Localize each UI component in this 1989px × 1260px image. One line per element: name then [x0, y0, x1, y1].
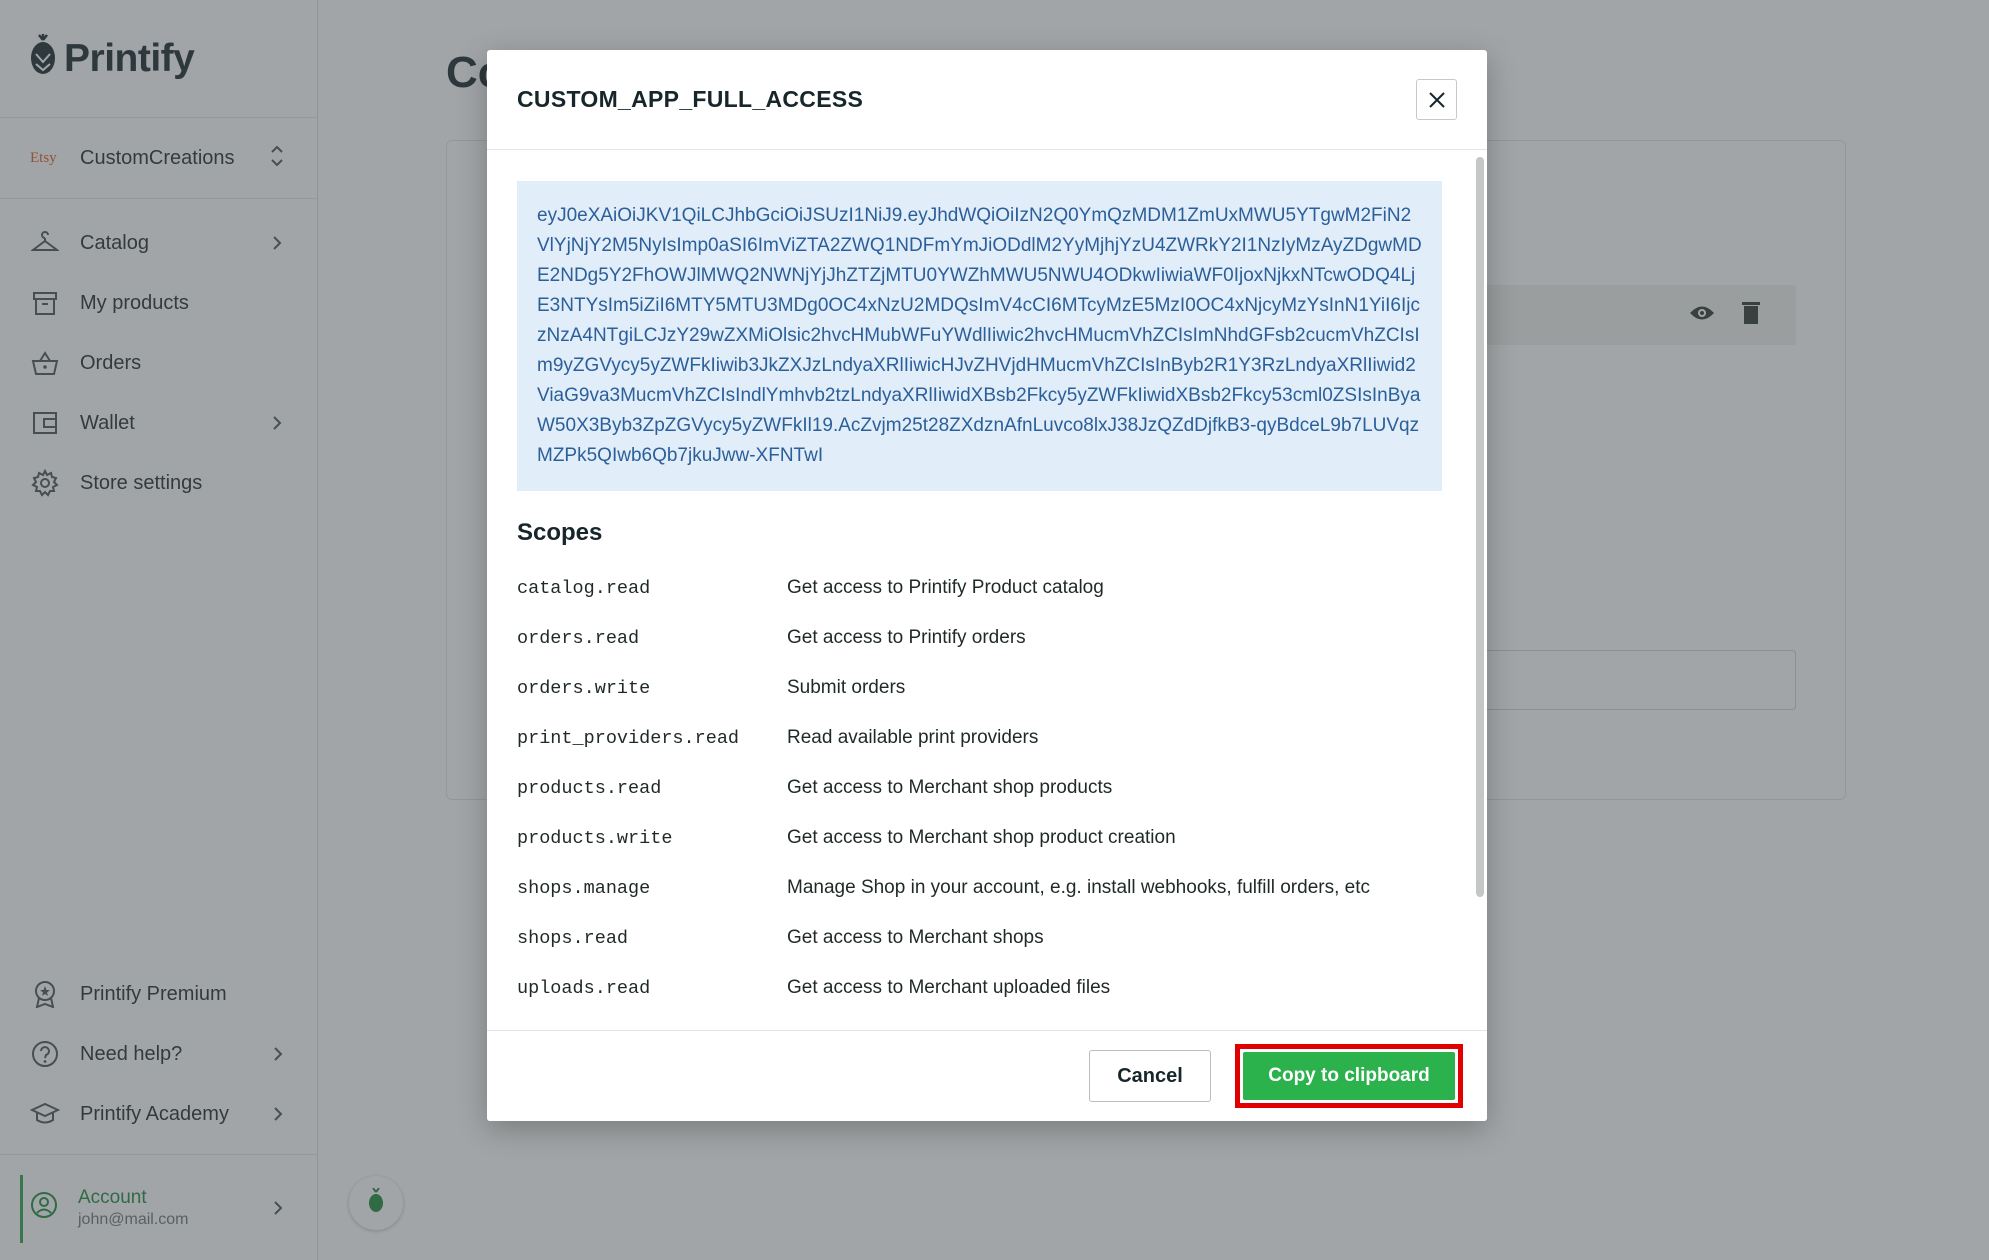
scope-description: Get access to Merchant shops: [787, 927, 1044, 948]
scope-description: Get access to Printify Product catalog: [787, 577, 1104, 598]
scope-description: Get access to Printify orders: [787, 627, 1026, 648]
scope-name: shops.read: [517, 927, 629, 949]
cancel-button[interactable]: Cancel: [1089, 1050, 1211, 1102]
copy-to-clipboard-button[interactable]: Copy to clipboard: [1243, 1052, 1455, 1100]
scope-name: shops.manage: [517, 877, 651, 899]
scope-description: Get access to Merchant shop products: [787, 777, 1113, 798]
scope-row: orders.read Get access to Printify orders: [517, 613, 1487, 663]
scope-description: Submit orders: [787, 677, 906, 698]
api-token-text[interactable]: eyJ0eXAiOiJKV1QiLCJhbGciOiJSUzI1NiJ9.eyJ…: [517, 181, 1442, 491]
scopes-heading: Scopes: [517, 519, 603, 546]
scope-name: catalog.read: [517, 577, 651, 599]
scope-row: products.write Get access to Merchant sho…: [517, 813, 1487, 863]
close-icon: [1428, 91, 1445, 108]
scope-row: orders.write Submit orders: [517, 663, 1487, 713]
scope-row: uploads.read Get access to Merchant uploa…: [517, 963, 1487, 1013]
scope-name: products.read: [517, 777, 662, 799]
scope-name: uploads.read: [517, 977, 651, 999]
scope-name: print_providers.read: [517, 727, 740, 749]
scope-name: products.write: [517, 827, 673, 849]
scope-description: Read available print providers: [787, 727, 1039, 748]
modal-scrollbar[interactable]: [1476, 157, 1484, 897]
modal-body: eyJ0eXAiOiJKV1QiLCJhbGciOiJSUzI1NiJ9.eyJ…: [487, 151, 1487, 1030]
modal-footer: Cancel Copy to clipboard: [487, 1030, 1487, 1121]
scope-row: catalog.read Get access to Printify Produ…: [517, 563, 1487, 613]
scope-name: orders.write: [517, 677, 651, 699]
scope-description: Get access to Merchant uploaded files: [787, 977, 1111, 998]
scope-row: print_providers.read Read available print…: [517, 713, 1487, 763]
scope-description: Manage Shop in your account, e.g. instal…: [787, 877, 1370, 898]
scope-name: orders.read: [517, 627, 640, 649]
scope-row: shops.manage Manage Shop in your account,…: [517, 863, 1487, 913]
modal-title: CUSTOM_APP_FULL_ACCESS: [517, 86, 864, 112]
scope-description: Get access to Merchant shop product crea…: [787, 827, 1176, 848]
scope-row: shops.read Get access to Merchant shops: [517, 913, 1487, 963]
highlight-outline: Copy to clipboard: [1235, 1044, 1463, 1108]
modal-header: CUSTOM_APP_FULL_ACCESS: [487, 50, 1487, 150]
token-modal: CUSTOM_APP_FULL_ACCESS eyJ0eXAiOiJKV1QiL…: [487, 50, 1487, 1121]
scope-row: products.read Get access to Merchant shop…: [517, 763, 1487, 813]
close-button[interactable]: [1416, 79, 1457, 120]
scope-list: catalog.read Get access to Printify Produ…: [517, 563, 1487, 1013]
